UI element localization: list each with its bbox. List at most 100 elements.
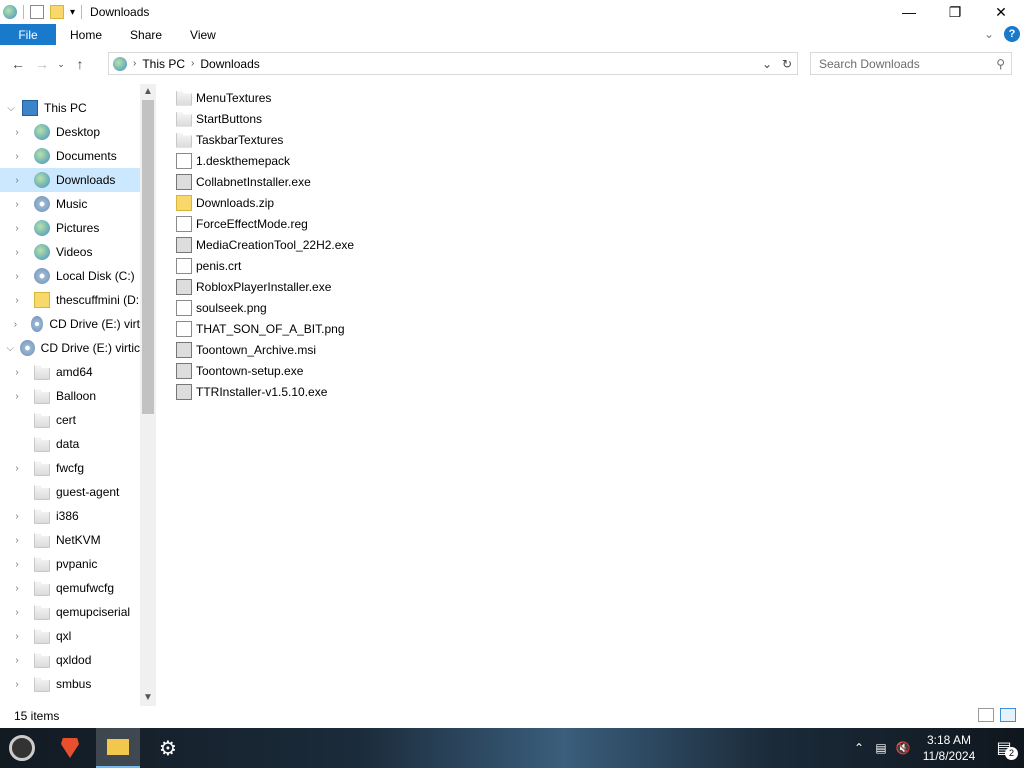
sidebar-item[interactable]: › Balloon [0,384,140,408]
nav-scrollbar[interactable]: ▲ ▼ [140,84,156,706]
sidebar-item[interactable]: › qxldod [0,648,140,672]
sidebar-item[interactable]: › i386 [0,504,140,528]
chevron-right-icon[interactable]: › [10,127,24,138]
chevron-right-icon[interactable]: › [133,58,136,69]
chevron-right-icon[interactable]: › [10,463,24,474]
expand-ribbon-icon[interactable]: ⌄ [984,27,994,41]
chevron-down-icon[interactable]: ⌵ [4,343,16,354]
list-item[interactable]: THAT_SON_OF_A_BIT.png [176,318,476,339]
restore-button[interactable]: ❐ [932,0,978,24]
chevron-right-icon[interactable]: › [10,247,24,258]
list-item[interactable]: TaskbarTextures [176,129,476,150]
refresh-icon[interactable]: ↻ [777,57,797,71]
list-item[interactable]: ForceEffectMode.reg [176,213,476,234]
list-item[interactable]: 1.deskthemepack [176,150,476,171]
sidebar-item[interactable]: › qxl [0,624,140,648]
chevron-right-icon[interactable]: › [10,295,24,306]
sidebar-item[interactable]: data [0,432,140,456]
sidebar-item[interactable]: › pvpanic [0,552,140,576]
back-button[interactable]: ← [6,52,30,76]
chevron-right-icon[interactable]: › [10,391,24,402]
tab-view[interactable]: View [176,24,230,46]
list-item[interactable]: Toontown-setup.exe [176,360,476,381]
chevron-right-icon[interactable]: › [10,559,24,570]
list-item[interactable]: TTRInstaller-v1.5.10.exe [176,381,476,402]
sidebar-item[interactable]: › smbus [0,672,140,696]
list-item[interactable]: penis.crt [176,255,476,276]
list-item[interactable]: Downloads.zip [176,192,476,213]
sidebar-item[interactable]: ⌵ This PC [0,96,140,120]
tab-home[interactable]: Home [56,24,116,46]
list-item[interactable]: RobloxPlayerInstaller.exe [176,276,476,297]
chevron-right-icon[interactable]: › [10,511,24,522]
scroll-down-icon[interactable]: ▼ [140,690,156,706]
sidebar-item[interactable]: › CD Drive (E:) virt [0,312,140,336]
sidebar-item[interactable]: › fwcfg [0,456,140,480]
forward-button[interactable]: → [30,52,54,76]
list-item[interactable]: soulseek.png [176,297,476,318]
chevron-right-icon[interactable]: › [10,175,24,186]
chevron-right-icon[interactable]: › [10,607,24,618]
sidebar-item[interactable]: › amd64 [0,360,140,384]
chevron-right-icon[interactable]: › [10,151,24,162]
chevron-right-icon[interactable]: › [10,223,24,234]
chevron-right-icon[interactable]: › [10,583,24,594]
chevron-right-icon[interactable]: › [10,367,24,378]
sidebar-item[interactable]: › Desktop [0,120,140,144]
scroll-thumb[interactable] [142,100,154,414]
properties-icon[interactable] [30,5,44,19]
list-item[interactable]: MediaCreationTool_22H2.exe [176,234,476,255]
recent-locations-icon[interactable]: ⌄ [54,52,68,76]
customize-quick-access-icon[interactable]: ▾ [70,7,75,18]
sidebar-item[interactable]: ⌵ CD Drive (E:) virtic [0,336,140,360]
sidebar-item[interactable]: › Downloads [0,168,140,192]
details-view-icon[interactable] [978,708,994,722]
help-icon[interactable]: ? [1004,26,1020,42]
sidebar-item[interactable]: › Documents [0,144,140,168]
volume-muted-icon[interactable]: 🔇 [892,741,914,755]
sidebar-item[interactable]: › Pictures [0,216,140,240]
address-bar[interactable]: › This PC › Downloads ⌄ ↻ [108,52,798,75]
sidebar-item[interactable]: › Local Disk (C:) [0,264,140,288]
sidebar-item[interactable]: › NetKVM [0,528,140,552]
chevron-right-icon[interactable]: › [10,679,24,690]
new-folder-icon[interactable] [50,5,64,19]
scroll-up-icon[interactable]: ▲ [140,84,156,100]
chevron-right-icon[interactable]: › [10,199,24,210]
taskbar-settings[interactable]: ⚙ [146,728,190,768]
chevron-down-icon[interactable]: ⌵ [4,103,18,114]
chevron-right-icon[interactable]: › [191,58,194,69]
chevron-right-icon[interactable]: › [10,631,24,642]
list-item[interactable]: CollabnetInstaller.exe [176,171,476,192]
large-icons-view-icon[interactable] [1000,708,1016,722]
list-item[interactable]: StartButtons [176,108,476,129]
sidebar-item[interactable]: guest-agent [0,480,140,504]
close-button[interactable]: ✕ [978,0,1024,24]
chevron-right-icon[interactable]: › [10,535,24,546]
search-input[interactable]: Search Downloads ⚲ [810,52,1012,75]
tab-share[interactable]: Share [116,24,176,46]
breadcrumb-this-pc[interactable]: This PC [142,57,185,71]
list-item[interactable]: MenuTextures [176,87,476,108]
sidebar-item[interactable]: cert [0,408,140,432]
list-item[interactable]: Toontown_Archive.msi [176,339,476,360]
up-button[interactable]: ↑ [68,52,92,76]
sidebar-item[interactable]: › thescuffmini (D: [0,288,140,312]
sidebar-item[interactable]: › Videos [0,240,140,264]
chevron-right-icon[interactable]: › [10,271,24,282]
start-button[interactable] [0,728,44,768]
action-center-button[interactable]: ▤ 2 [984,728,1024,768]
sidebar-item[interactable]: › Music [0,192,140,216]
sidebar-item[interactable]: › qemufwcfg [0,576,140,600]
tab-file[interactable]: File [0,24,56,45]
chevron-right-icon[interactable]: › [10,655,24,666]
taskbar-file-explorer[interactable] [96,728,140,768]
explorer-app-icon[interactable] [3,5,17,19]
breadcrumb-downloads[interactable]: Downloads [200,57,259,71]
sidebar-item[interactable]: › qemupciserial [0,600,140,624]
show-hidden-icons-icon[interactable]: ⌃ [848,741,870,755]
clock[interactable]: 3:18 AM 11/8/2024 [914,732,984,764]
taskbar-brave[interactable] [48,728,92,768]
network-icon[interactable]: ▤ [870,741,892,755]
minimize-button[interactable]: — [886,0,932,24]
